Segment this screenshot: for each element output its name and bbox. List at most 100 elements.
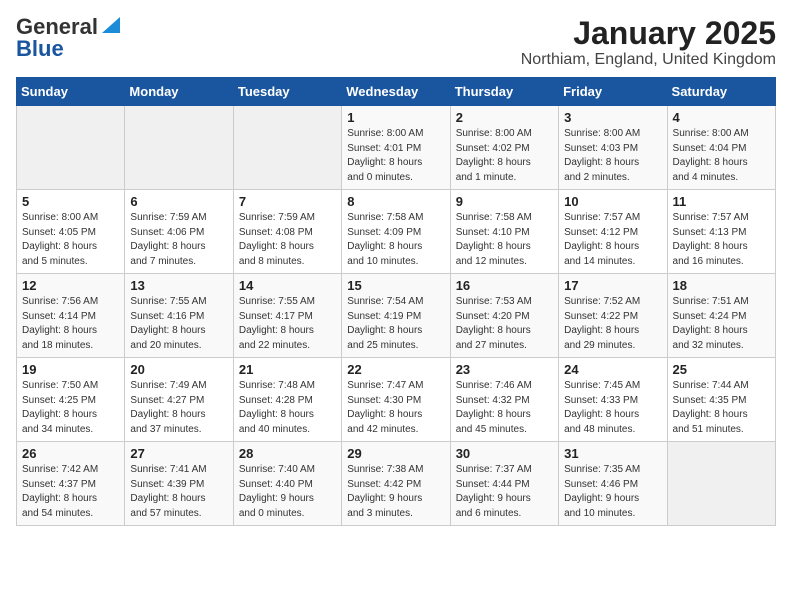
day-info: Sunrise: 7:47 AMSunset: 4:30 PMDaylight:…	[347, 379, 444, 437]
day-number: 29	[347, 446, 444, 461]
day-number: 20	[130, 362, 227, 377]
weekday-header: Tuesday	[233, 78, 341, 106]
day-number: 18	[673, 278, 770, 293]
day-number: 26	[22, 446, 119, 461]
calendar-day-cell: 18 Sunrise: 7:51 AMSunset: 4:24 PMDayligh…	[667, 274, 775, 358]
day-number: 4	[673, 110, 770, 125]
calendar-day-cell: 20 Sunrise: 7:49 AMSunset: 4:27 PMDayligh…	[125, 358, 233, 442]
weekday-header: Friday	[559, 78, 667, 106]
calendar-week-row: 26 Sunrise: 7:42 AMSunset: 4:37 PMDayligh…	[17, 442, 776, 526]
calendar-day-cell: 8Sunrise: 7:58 AMSunset: 4:09 PMDaylight…	[342, 190, 450, 274]
day-number: 31	[564, 446, 661, 461]
day-info: Sunrise: 8:00 AMSunset: 4:03 PMDaylight:…	[564, 127, 661, 185]
calendar-day-cell: 16 Sunrise: 7:53 AMSunset: 4:20 PMDayligh…	[450, 274, 558, 358]
page-header: General Blue January 2025 Northiam, Engl…	[16, 16, 776, 69]
day-info: Sunrise: 7:46 AMSunset: 4:32 PMDaylight:…	[456, 379, 553, 437]
day-number: 12	[22, 278, 119, 293]
calendar-day-cell: 28Sunrise: 7:40 AMSunset: 4:40 PMDayligh…	[233, 442, 341, 526]
weekday-header: Saturday	[667, 78, 775, 106]
logo: General Blue	[16, 16, 120, 61]
calendar-header-row: SundayMondayTuesdayWednesdayThursdayFrid…	[17, 78, 776, 106]
calendar-day-cell	[17, 106, 125, 190]
calendar-day-cell: 14 Sunrise: 7:55 AMSunset: 4:17 PMDayligh…	[233, 274, 341, 358]
day-info: Sunrise: 7:48 AMSunset: 4:28 PMDaylight:…	[239, 379, 336, 437]
day-info: Sunrise: 7:35 AMSunset: 4:46 PMDaylight:…	[564, 463, 661, 521]
day-number: 17	[564, 278, 661, 293]
day-number: 2	[456, 110, 553, 125]
weekday-header: Thursday	[450, 78, 558, 106]
day-info: Sunrise: 7:59 AMSunset: 4:08 PMDaylight:…	[239, 211, 336, 269]
day-number: 13	[130, 278, 227, 293]
calendar-day-cell: 25 Sunrise: 7:44 AMSunset: 4:35 PMDayligh…	[667, 358, 775, 442]
calendar-day-cell: 5Sunrise: 8:00 AMSunset: 4:05 PMDaylight…	[17, 190, 125, 274]
day-number: 16	[456, 278, 553, 293]
day-number: 14	[239, 278, 336, 293]
logo-blue: Blue	[16, 36, 64, 61]
day-info: Sunrise: 7:55 AMSunset: 4:17 PMDaylight:…	[239, 295, 336, 353]
day-number: 7	[239, 194, 336, 209]
day-info: Sunrise: 7:49 AMSunset: 4:27 PMDaylight:…	[130, 379, 227, 437]
page-subtitle: Northiam, England, United Kingdom	[521, 51, 776, 69]
day-info: Sunrise: 7:40 AMSunset: 4:40 PMDaylight:…	[239, 463, 336, 521]
day-info: Sunrise: 8:00 AMSunset: 4:04 PMDaylight:…	[673, 127, 770, 185]
calendar-week-row: 5Sunrise: 8:00 AMSunset: 4:05 PMDaylight…	[17, 190, 776, 274]
logo-general: General	[16, 16, 98, 38]
day-info: Sunrise: 7:56 AMSunset: 4:14 PMDaylight:…	[22, 295, 119, 353]
day-info: Sunrise: 7:44 AMSunset: 4:35 PMDaylight:…	[673, 379, 770, 437]
calendar-day-cell: 3 Sunrise: 8:00 AMSunset: 4:03 PMDaylight…	[559, 106, 667, 190]
day-info: Sunrise: 7:42 AMSunset: 4:37 PMDaylight:…	[22, 463, 119, 521]
calendar-day-cell: 2Sunrise: 8:00 AMSunset: 4:02 PMDaylight…	[450, 106, 558, 190]
day-number: 5	[22, 194, 119, 209]
day-number: 8	[347, 194, 444, 209]
calendar-table: SundayMondayTuesdayWednesdayThursdayFrid…	[16, 77, 776, 526]
weekday-header: Sunday	[17, 78, 125, 106]
day-info: Sunrise: 7:53 AMSunset: 4:20 PMDaylight:…	[456, 295, 553, 353]
calendar-day-cell: 12 Sunrise: 7:56 AMSunset: 4:14 PMDayligh…	[17, 274, 125, 358]
day-number: 27	[130, 446, 227, 461]
calendar-day-cell: 26 Sunrise: 7:42 AMSunset: 4:37 PMDayligh…	[17, 442, 125, 526]
calendar-day-cell: 23 Sunrise: 7:46 AMSunset: 4:32 PMDayligh…	[450, 358, 558, 442]
day-info: Sunrise: 7:52 AMSunset: 4:22 PMDaylight:…	[564, 295, 661, 353]
calendar-day-cell: 7 Sunrise: 7:59 AMSunset: 4:08 PMDaylight…	[233, 190, 341, 274]
calendar-day-cell: 13Sunrise: 7:55 AMSunset: 4:16 PMDayligh…	[125, 274, 233, 358]
day-number: 23	[456, 362, 553, 377]
calendar-day-cell	[667, 442, 775, 526]
day-info: Sunrise: 7:58 AMSunset: 4:10 PMDaylight:…	[456, 211, 553, 269]
day-number: 3	[564, 110, 661, 125]
calendar-day-cell: 31 Sunrise: 7:35 AMSunset: 4:46 PMDayligh…	[559, 442, 667, 526]
calendar-day-cell: 6Sunrise: 7:59 AMSunset: 4:06 PMDaylight…	[125, 190, 233, 274]
calendar-day-cell: 4 Sunrise: 8:00 AMSunset: 4:04 PMDaylight…	[667, 106, 775, 190]
day-info: Sunrise: 7:37 AMSunset: 4:44 PMDaylight:…	[456, 463, 553, 521]
calendar-day-cell	[125, 106, 233, 190]
title-block: January 2025 Northiam, England, United K…	[521, 16, 776, 69]
page-title: January 2025	[521, 16, 776, 51]
calendar-day-cell: 19 Sunrise: 7:50 AMSunset: 4:25 PMDayligh…	[17, 358, 125, 442]
calendar-day-cell: 30 Sunrise: 7:37 AMSunset: 4:44 PMDayligh…	[450, 442, 558, 526]
day-number: 24	[564, 362, 661, 377]
day-number: 19	[22, 362, 119, 377]
calendar-day-cell: 10 Sunrise: 7:57 AMSunset: 4:12 PMDayligh…	[559, 190, 667, 274]
day-number: 6	[130, 194, 227, 209]
calendar-day-cell: 1Sunrise: 8:00 AMSunset: 4:01 PMDaylight…	[342, 106, 450, 190]
day-number: 30	[456, 446, 553, 461]
day-info: Sunrise: 8:00 AMSunset: 4:01 PMDaylight:…	[347, 127, 444, 185]
day-info: Sunrise: 7:38 AMSunset: 4:42 PMDaylight:…	[347, 463, 444, 521]
day-info: Sunrise: 7:50 AMSunset: 4:25 PMDaylight:…	[22, 379, 119, 437]
calendar-day-cell: 11Sunrise: 7:57 AMSunset: 4:13 PMDayligh…	[667, 190, 775, 274]
day-number: 11	[673, 194, 770, 209]
calendar-week-row: 12 Sunrise: 7:56 AMSunset: 4:14 PMDayligh…	[17, 274, 776, 358]
day-info: Sunrise: 7:54 AMSunset: 4:19 PMDaylight:…	[347, 295, 444, 353]
day-number: 25	[673, 362, 770, 377]
calendar-day-cell	[233, 106, 341, 190]
calendar-day-cell: 17 Sunrise: 7:52 AMSunset: 4:22 PMDayligh…	[559, 274, 667, 358]
day-number: 10	[564, 194, 661, 209]
calendar-day-cell: 22 Sunrise: 7:47 AMSunset: 4:30 PMDayligh…	[342, 358, 450, 442]
day-info: Sunrise: 7:45 AMSunset: 4:33 PMDaylight:…	[564, 379, 661, 437]
day-number: 21	[239, 362, 336, 377]
day-number: 22	[347, 362, 444, 377]
calendar-day-cell: 29 Sunrise: 7:38 AMSunset: 4:42 PMDayligh…	[342, 442, 450, 526]
logo-icon	[100, 17, 120, 33]
day-info: Sunrise: 7:57 AMSunset: 4:12 PMDaylight:…	[564, 211, 661, 269]
day-number: 15	[347, 278, 444, 293]
day-info: Sunrise: 7:51 AMSunset: 4:24 PMDaylight:…	[673, 295, 770, 353]
